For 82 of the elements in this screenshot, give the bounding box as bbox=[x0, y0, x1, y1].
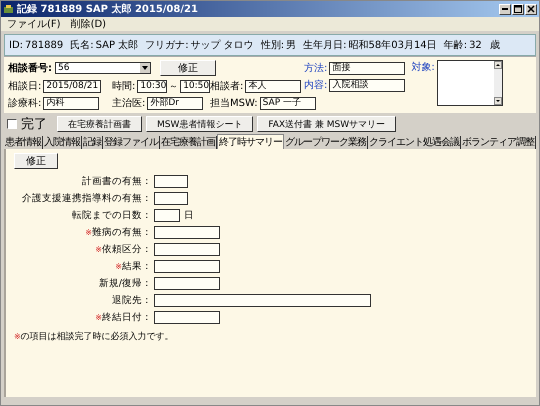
input-field[interactable] bbox=[154, 294, 371, 307]
input-field[interactable] bbox=[154, 243, 220, 256]
field-label: 年齢: bbox=[444, 38, 468, 52]
required-mark: ※ bbox=[14, 332, 21, 341]
action-button[interactable]: FAX送付書 兼 MSWサマリー bbox=[257, 116, 396, 132]
input-field[interactable]: 10:30 bbox=[137, 80, 168, 92]
field-label: 対象: bbox=[411, 60, 435, 74]
tab[interactable]: 終了時サマリー bbox=[217, 134, 284, 149]
note-text: の項目は相談完了時に必須入力です。 bbox=[20, 330, 174, 343]
field-label: 相談者: bbox=[210, 80, 244, 93]
field-value: 男 bbox=[286, 39, 296, 52]
field-value: サップ タロウ bbox=[190, 38, 254, 52]
window-title: 記録 781889 SAP 太郎 2015/08/21 bbox=[17, 2, 199, 16]
field-label: 診療科: bbox=[8, 96, 42, 110]
app-icon bbox=[3, 4, 14, 14]
input-field[interactable]: 外部Dr bbox=[147, 96, 204, 110]
field-label: 担当MSW: bbox=[210, 96, 258, 110]
input-field[interactable] bbox=[154, 175, 188, 188]
field-label: 氏名: bbox=[70, 38, 94, 52]
input-field[interactable] bbox=[154, 192, 188, 205]
field-label: 性別: bbox=[260, 38, 284, 52]
field-label: 終結日付： bbox=[102, 312, 152, 323]
range-separator: ～ bbox=[169, 80, 178, 92]
scroll-up-icon[interactable] bbox=[494, 61, 502, 69]
field-value: SAP 太郎 bbox=[96, 38, 138, 52]
input-field[interactable] bbox=[154, 277, 220, 290]
action-button[interactable]: MSW患者情報シート bbox=[146, 116, 254, 132]
field-label: 主治医: bbox=[112, 96, 146, 110]
field-value: 32 bbox=[469, 40, 482, 50]
field-label: 依頼区分： bbox=[102, 244, 152, 255]
edit-button[interactable]: 修正 bbox=[160, 60, 216, 76]
input-field[interactable]: 面接 bbox=[329, 62, 406, 74]
required-mark: ※ bbox=[95, 245, 102, 254]
field-label: 内容: bbox=[304, 78, 328, 92]
input-field[interactable]: 10:50 bbox=[180, 80, 210, 92]
field-label: 転院までの日数： bbox=[72, 210, 152, 221]
field-label: 生年月日: bbox=[303, 38, 346, 52]
required-mark: ※ bbox=[95, 313, 102, 322]
field-value: 781889 bbox=[25, 40, 64, 50]
required-mark: ※ bbox=[85, 228, 92, 237]
checkbox[interactable] bbox=[7, 119, 17, 129]
field-label: 相談日: bbox=[8, 80, 42, 93]
edit-button[interactable]: 修正 bbox=[14, 153, 58, 169]
required-mark: ※ bbox=[115, 262, 122, 271]
input-field[interactable] bbox=[154, 311, 220, 324]
input-field[interactable]: 入院相談 bbox=[329, 78, 406, 92]
input-field[interactable]: 2015/08/21 bbox=[43, 80, 102, 92]
menu-item[interactable]: 削除(D) bbox=[70, 17, 106, 31]
checkbox-label: 完了 bbox=[21, 116, 47, 133]
scroll-down-icon[interactable] bbox=[494, 97, 502, 105]
maximize-button[interactable] bbox=[512, 4, 524, 14]
field-label: 方法: bbox=[304, 62, 328, 75]
number-dropdown[interactable]: 56 bbox=[55, 62, 151, 74]
unit-label: 日 bbox=[184, 209, 194, 222]
input-field[interactable]: 本人 bbox=[245, 80, 302, 92]
field-value: 昭和58年03月14日 bbox=[348, 38, 437, 52]
close-button[interactable] bbox=[525, 4, 537, 14]
scrollbar[interactable] bbox=[494, 61, 502, 105]
input-field[interactable] bbox=[154, 209, 180, 222]
field-label: ID: bbox=[9, 40, 24, 50]
menu-item[interactable]: ファイル(F) bbox=[7, 17, 61, 31]
dropdown-arrow-icon bbox=[140, 63, 150, 73]
text-area[interactable] bbox=[436, 60, 503, 106]
close-icon bbox=[527, 5, 535, 13]
field-label: 結果： bbox=[122, 261, 152, 272]
field-label: 介護支援連携指導料の有無： bbox=[22, 193, 152, 204]
unit-label: 歳 bbox=[490, 38, 500, 52]
minimize-button[interactable] bbox=[499, 4, 511, 14]
action-button[interactable]: 在宅療養計画書 bbox=[57, 116, 142, 132]
input-field[interactable] bbox=[154, 260, 220, 273]
field-label: 時間: bbox=[112, 80, 136, 93]
input-field[interactable]: SAP 一子 bbox=[260, 96, 316, 110]
input-field[interactable] bbox=[154, 226, 220, 239]
maximize-icon bbox=[514, 5, 522, 13]
field-label: フリガナ: bbox=[145, 39, 189, 52]
field-label: 計画書の有無： bbox=[82, 176, 152, 187]
field-label: 新規/復帰： bbox=[98, 278, 152, 289]
input-field[interactable]: 内科 bbox=[43, 96, 100, 110]
minimize-icon bbox=[502, 8, 508, 10]
field-label: 相談番号: bbox=[8, 62, 52, 75]
field-label: 退院先： bbox=[112, 295, 152, 306]
field-label: 難病の有無： bbox=[92, 227, 152, 238]
